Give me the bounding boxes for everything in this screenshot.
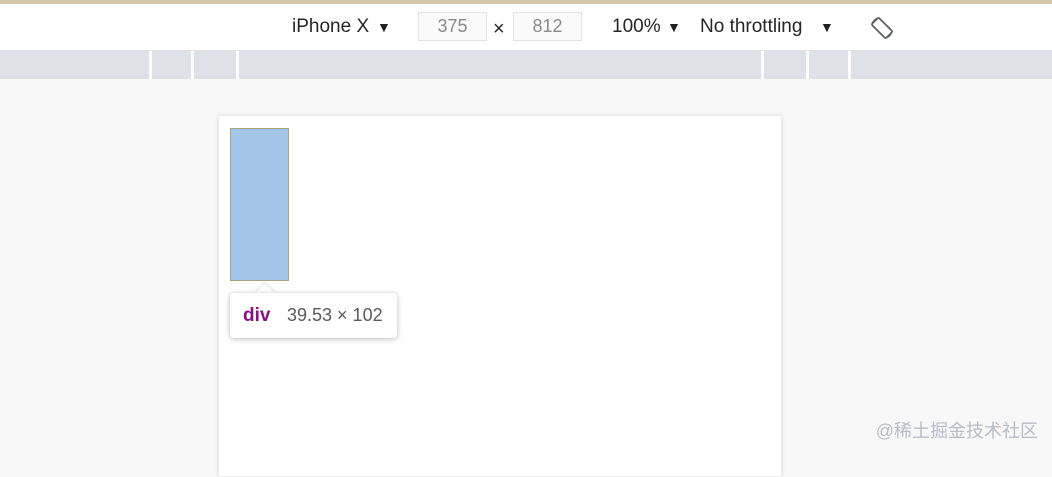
tooltip-dimensions: 39.53 × 102 — [287, 305, 383, 325]
ruler-divider — [806, 51, 809, 79]
element-highlight — [230, 128, 289, 281]
device-toolbar: iPhone X ▼ 375 × 812 100% ▼ No throttlin… — [0, 4, 1052, 51]
ruler-divider — [761, 51, 764, 79]
rotate-device-icon[interactable] — [868, 14, 896, 42]
ruler-divider — [236, 51, 239, 79]
element-tooltip: div 39.53 × 102 — [230, 293, 397, 338]
caret-down-icon[interactable]: ▼ — [820, 4, 834, 50]
times-icon: × — [493, 18, 505, 40]
watermark: @稀土掘金技术社区 — [875, 421, 1038, 441]
zoom-select[interactable]: 100% — [612, 4, 661, 50]
caret-down-icon[interactable]: ▼ — [377, 4, 391, 50]
tooltip-tag-name: div — [243, 305, 271, 326]
ruler-divider — [191, 51, 194, 79]
media-query-bar[interactable] — [0, 51, 1052, 79]
height-input[interactable]: 812 — [513, 12, 582, 41]
width-input[interactable]: 375 — [418, 12, 487, 41]
device-select[interactable]: iPhone X — [292, 4, 369, 50]
caret-down-icon[interactable]: ▼ — [667, 4, 681, 50]
ruler-divider — [149, 51, 152, 79]
throttling-select[interactable]: No throttling — [700, 4, 802, 50]
ruler-divider — [848, 51, 851, 79]
